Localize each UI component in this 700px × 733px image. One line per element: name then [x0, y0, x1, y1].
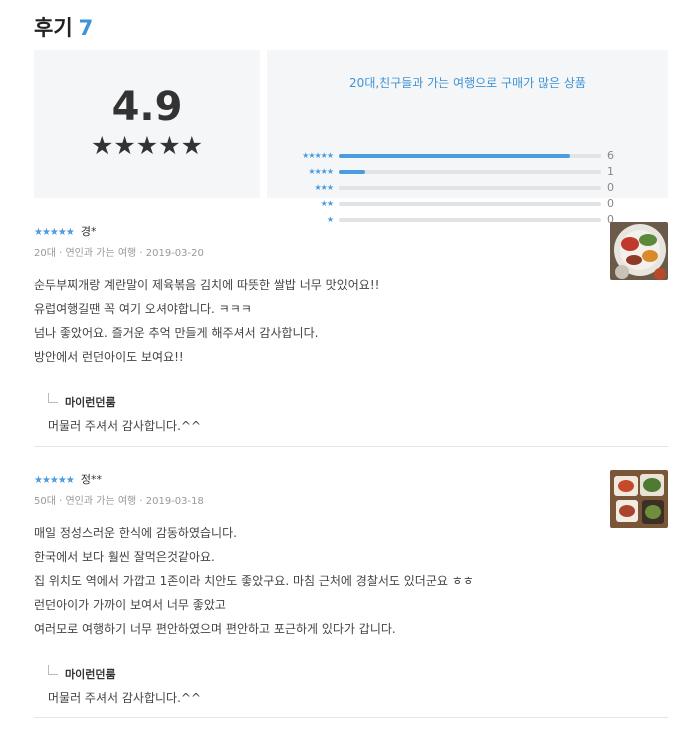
two-star-icon: ★★ — [320, 199, 334, 208]
review-body: 순두부찌개랑 계란말이 제육볶음 김치에 따뜻한 쌀밥 너무 맛있어요!! 유럽… — [34, 273, 668, 369]
distribution-count: 1 — [607, 165, 614, 178]
reply-text: 머물러 주셔서 감사합니다.^^ — [48, 419, 201, 433]
review-item: ★★★★★ 정** 50대 · 연인과 가는 여행 · 2019-03-18 매… — [34, 470, 668, 707]
review-line: 집 위치도 역에서 가깝고 1존이라 치안도 좋았구요. 마침 근처에 경찰서도… — [34, 574, 474, 588]
distribution-row-4: ★★★★ 1 — [267, 164, 668, 180]
review-meta: 20대 · 연인과 가는 여행 · 2019-03-20 — [34, 248, 204, 259]
reply-corner-icon — [48, 393, 58, 403]
four-star-icon: ★★★★ — [308, 167, 334, 176]
review-line: 방안에서 런던아이도 보여요!! — [34, 350, 184, 364]
average-stars-icon: ★★★★★ — [90, 131, 204, 160]
reviews-title: 후기 7 — [34, 12, 93, 42]
distribution-row-2: ★★ 0 — [267, 196, 668, 212]
review-line: 여러모로 여행하기 너무 편안하였으며 편안하고 포근하게 있다가 갑니다. — [34, 622, 396, 636]
review-line: 순두부찌개랑 계란말이 제육볶음 김치에 따뜻한 쌀밥 너무 맛있어요!! — [34, 278, 380, 292]
review-header: ★★★★★ 정** — [34, 470, 668, 486]
distribution-bar-fill — [339, 170, 366, 174]
distribution-title: 20대,친구들과 가는 여행으로 구매가 많은 상품 — [349, 76, 586, 90]
reply-corner-icon — [48, 665, 58, 675]
review-body: 매일 정성스러운 한식에 감동하였습니다. 한국에서 보다 훨씬 잘먹은것같아요… — [34, 521, 668, 641]
reviews-title-label: 후기 — [34, 16, 73, 40]
distribution-row-5: ★★★★★ 6 — [267, 148, 668, 164]
review-divider — [34, 446, 668, 447]
review-line: 넘나 좋았어요. 즐거운 추억 만들게 해주셔서 감사합니다. — [34, 326, 319, 340]
distribution-row-3: ★★★ 0 — [267, 180, 668, 196]
distribution-bar — [339, 170, 601, 174]
review-line: 런던아이가 가까이 보여서 너무 좋았고 — [34, 598, 226, 612]
review-meta: 50대 · 연인과 가는 여행 · 2019-03-18 — [34, 496, 204, 507]
korean-food-image — [610, 470, 668, 528]
review-photo-thumbnail[interactable] — [610, 222, 668, 280]
review-line: 매일 정성스러운 한식에 감동하였습니다. — [34, 526, 237, 540]
review-divider — [34, 717, 668, 718]
review-line: 한국에서 보다 훨씬 잘먹은것같아요. — [34, 550, 215, 564]
reply-text: 머물러 주셔서 감사합니다.^^ — [48, 691, 201, 705]
review-header: ★★★★★ 경* — [34, 222, 668, 238]
distribution-count: 6 — [607, 149, 614, 162]
review-stars-icon: ★★★★★ — [34, 227, 75, 238]
reply-author-name: 마이런던룸 — [65, 396, 116, 409]
distribution-bar-fill — [339, 154, 570, 158]
three-star-icon: ★★★ — [314, 183, 333, 192]
distribution-bar — [339, 202, 601, 206]
review-stars-icon: ★★★★★ — [34, 475, 75, 486]
reply-author: 마이런던룸 — [48, 393, 668, 413]
distribution-bar — [339, 186, 601, 190]
average-rating: 4.9 — [111, 84, 183, 130]
distribution-count: 0 — [607, 197, 614, 210]
average-rating-panel: 4.9 ★★★★★ — [34, 50, 260, 198]
review-item: ★★★★★ 경* 20대 · 연인과 가는 여행 · 2019-03-20 순두… — [34, 222, 668, 435]
review-photo-thumbnail[interactable] — [610, 470, 668, 528]
host-reply: 마이런던룸 머물러 주셔서 감사합니다.^^ — [48, 665, 668, 707]
five-star-icon: ★★★★★ — [302, 151, 334, 160]
reply-author: 마이런던룸 — [48, 665, 668, 685]
reply-author-name: 마이런던룸 — [65, 668, 116, 681]
food-plate-image — [610, 222, 668, 280]
distribution-bar — [339, 154, 601, 158]
review-line: 유럽여행길땐 꼭 여기 오셔야합니다. ㅋㅋㅋ — [34, 302, 252, 316]
reviewer-name: 정** — [80, 473, 103, 486]
host-reply: 마이런던룸 머물러 주셔서 감사합니다.^^ — [48, 393, 668, 435]
reviewer-name: 경* — [80, 225, 97, 238]
rating-distribution-panel: 20대,친구들과 가는 여행으로 구매가 많은 상품 ★★★★★ 6 ★★★★ … — [267, 50, 668, 226]
distribution-count: 0 — [607, 181, 614, 194]
reviews-count: 7 — [78, 16, 94, 40]
